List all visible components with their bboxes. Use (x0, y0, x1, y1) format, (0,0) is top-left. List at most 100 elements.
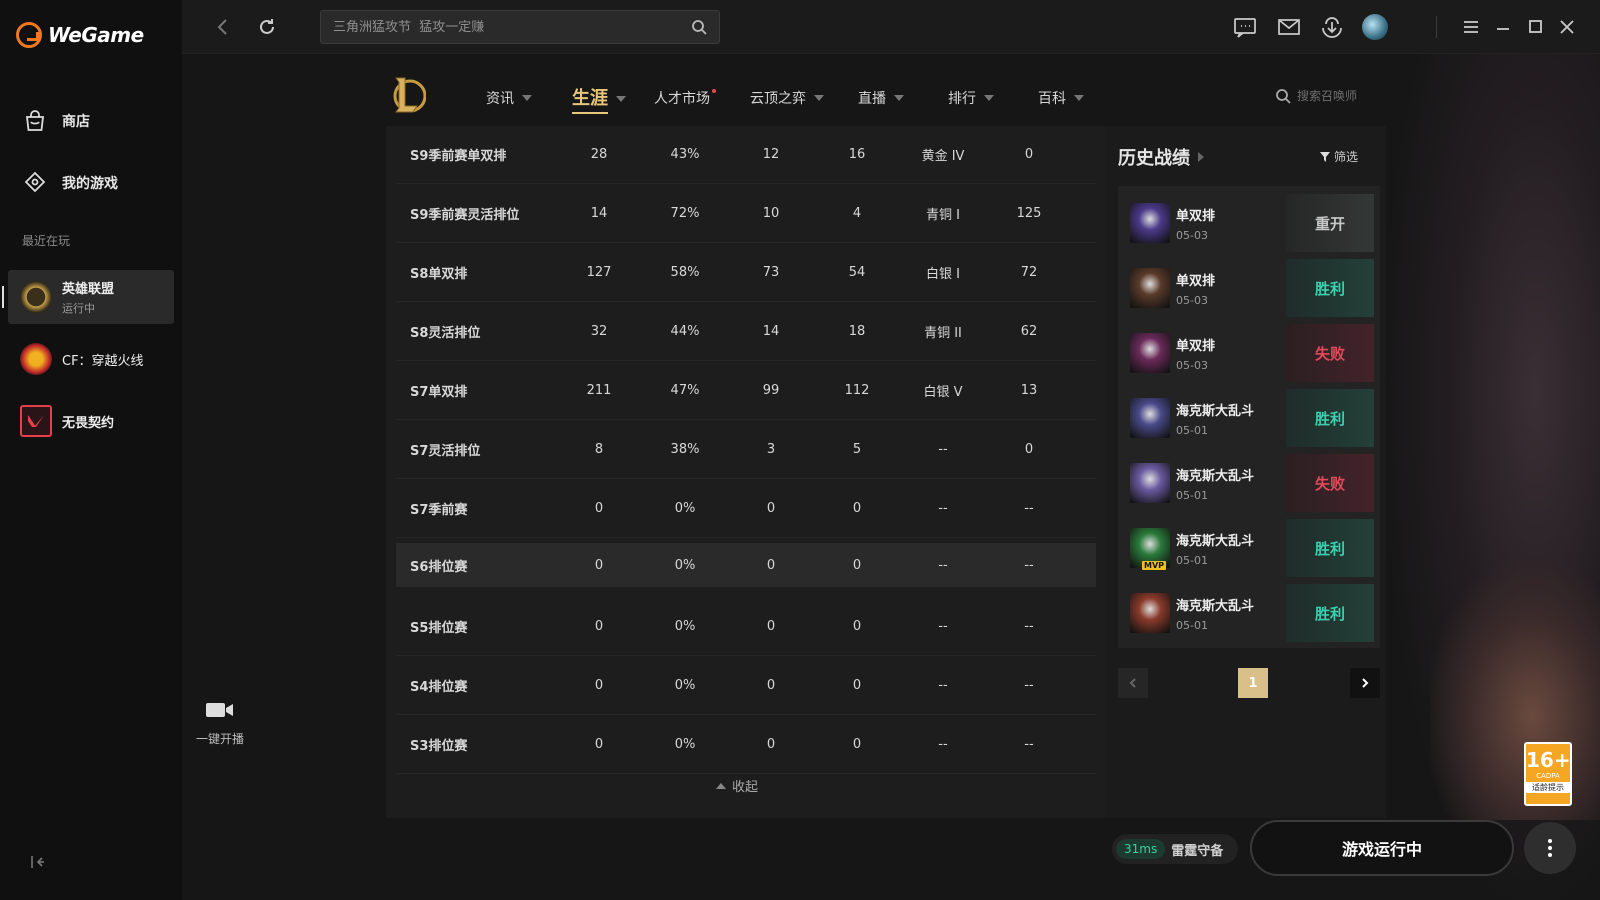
stat-cell: -- (938, 737, 948, 752)
season-name: S9季前赛单双排 (410, 149, 507, 164)
match-info: 单双排 05-03 (1176, 335, 1286, 372)
summoner-search-input[interactable] (1297, 89, 1397, 103)
global-search[interactable] (320, 10, 720, 44)
stats-row[interactable]: S7季前赛 0 0% 0 0 -- -- (396, 480, 1096, 538)
notification-dot (712, 89, 716, 93)
match-info: 海克斯大乱斗 05-01 (1176, 595, 1286, 632)
stats-row[interactable]: S9季前赛灵活排位 14 72% 10 4 青铜 I 125 (396, 185, 1096, 243)
stats-row[interactable]: S5排位赛 0 0% 0 0 -- -- (396, 598, 1096, 656)
collapse-button[interactable]: 收起 (716, 776, 758, 795)
tab-label: 百科 (1038, 91, 1066, 107)
season-name: S6排位赛 (410, 559, 468, 575)
recent-game-valorant[interactable]: 无畏契约 (8, 394, 174, 448)
global-search-input[interactable] (333, 19, 691, 35)
collapse-sidebar-icon[interactable] (30, 854, 46, 870)
stat-cell: 0 (852, 619, 862, 634)
prev-page-button[interactable] (1118, 668, 1148, 698)
sidebar-item-shop[interactable]: 商店 (22, 108, 90, 134)
champion-avatar (1130, 268, 1170, 308)
chevron-right-icon (1198, 152, 1204, 162)
champion-avatar (1130, 333, 1170, 373)
game-running-button[interactable]: 游戏运行中 (1250, 820, 1514, 876)
one-click-stream[interactable]: 一键开播 (190, 700, 250, 747)
recent-game-cf[interactable]: CF：穿越火线 (8, 332, 174, 386)
close-icon[interactable] (1554, 14, 1580, 40)
stats-row[interactable]: S8单双排 127 58% 73 54 白银 I 72 (396, 244, 1096, 302)
recent-game-lol[interactable]: 英雄联盟 运行中 (2, 270, 174, 324)
match-item[interactable]: 海克斯大乱斗 05-01 胜利 (1130, 389, 1374, 447)
season-name: S7灵活排位 (410, 444, 481, 459)
menu-icon[interactable] (1458, 14, 1484, 40)
filter-button[interactable]: 筛选 (1319, 148, 1358, 165)
stat-cell: 0 (594, 678, 604, 693)
match-info: 单双排 05-03 (1176, 205, 1286, 242)
match-item[interactable]: 海克斯大乱斗 05-01 胜利 (1130, 584, 1374, 642)
tab-label: 云顶之弈 (750, 91, 806, 107)
season-name: S9季前赛灵活排位 (410, 208, 520, 223)
refresh-icon[interactable] (256, 16, 278, 38)
age-rating-org: CADPA (1536, 772, 1560, 780)
match-item[interactable]: 单双排 05-03 胜利 (1130, 259, 1374, 317)
minimize-icon[interactable] (1490, 14, 1516, 40)
stats-row[interactable]: S3排位赛 0 0% 0 0 -- -- (396, 716, 1096, 774)
stat-cell: 0 (852, 678, 862, 693)
tab-label: 生涯 (572, 84, 608, 114)
match-item[interactable]: 单双排 05-03 失败 (1130, 324, 1374, 382)
next-page-button[interactable] (1350, 668, 1380, 698)
tab-live[interactable]: 直播 (858, 88, 904, 108)
page-number[interactable]: 1 (1238, 668, 1268, 698)
sidebar: WeGame 商店 我的游戏 最近在玩 英雄联盟 运行中 CF：穿越火线 无畏契… (0, 0, 182, 900)
match-mode: 海克斯大乱斗 (1176, 533, 1255, 549)
tab-news[interactable]: 资讯 (486, 88, 532, 108)
stat-cell: 32 (590, 324, 608, 339)
download-icon[interactable] (1319, 14, 1345, 40)
lol-logo-icon[interactable] (390, 74, 426, 116)
search-icon[interactable] (691, 19, 707, 35)
wegame-logo[interactable]: WeGame (16, 22, 144, 48)
back-arrow-icon[interactable] (212, 16, 234, 38)
match-item[interactable]: MVP 海克斯大乱斗 05-01 胜利 (1130, 519, 1374, 577)
wegame-logo-text: WeGame (48, 23, 144, 47)
stat-cell: 44% (670, 324, 700, 339)
maximize-icon[interactable] (1522, 14, 1548, 40)
stats-row[interactable]: S8灵活排位 32 44% 14 18 青铜 II 62 (396, 303, 1096, 361)
match-info: 单双排 05-03 (1176, 270, 1286, 307)
summoner-search[interactable] (1275, 88, 1397, 104)
tab-wiki[interactable]: 百科 (1038, 88, 1084, 108)
tab-talent-market[interactable]: 人才市场 (654, 88, 722, 108)
stream-label: 一键开播 (195, 732, 244, 746)
tab-label: 直播 (858, 91, 886, 107)
user-avatar[interactable] (1362, 14, 1388, 40)
mail-icon[interactable] (1276, 14, 1302, 40)
tab-ranking[interactable]: 排行 (948, 88, 994, 108)
cf-game-icon (20, 343, 52, 375)
match-date: 05-03 (1176, 358, 1208, 372)
match-history-title[interactable]: 历史战绩 (1118, 144, 1204, 170)
tab-career[interactable]: 生涯 (572, 84, 626, 114)
chevron-down-icon (1074, 95, 1084, 101)
stats-row[interactable]: S9季前赛单双排 28 43% 12 16 黄金 IV 0 (396, 126, 1096, 184)
game-name: CF：穿越火线 (62, 353, 144, 369)
stat-cell: 14 (590, 206, 608, 221)
stat-cell: -- (938, 501, 948, 516)
chat-icon[interactable] (1232, 14, 1258, 40)
match-item[interactable]: 单双排 05-03 重开 (1130, 194, 1374, 252)
match-mode: 海克斯大乱斗 (1176, 403, 1255, 419)
sidebar-item-label: 商店 (62, 114, 90, 130)
chevron-down-icon (522, 95, 532, 101)
stat-cell: 12 (762, 147, 780, 162)
sidebar-item-my-games[interactable]: 我的游戏 (22, 170, 118, 196)
stats-row[interactable]: S6排位赛 0 0% 0 0 -- -- (396, 543, 1096, 587)
match-item[interactable]: 海克斯大乱斗 05-01 失败 (1130, 454, 1374, 512)
chevron-down-icon (984, 95, 994, 101)
match-date: 05-01 (1176, 618, 1208, 632)
stats-row[interactable]: S4排位赛 0 0% 0 0 -- -- (396, 657, 1096, 715)
tab-tft[interactable]: 云顶之弈 (750, 88, 824, 108)
stats-row[interactable]: S7单双排 211 47% 99 112 白银 V 13 (396, 362, 1096, 420)
more-options-button[interactable] (1524, 822, 1576, 874)
stats-row[interactable]: S7灵活排位 8 38% 3 5 -- 0 (396, 421, 1096, 479)
server-status[interactable]: 31ms 雷霆守备 (1112, 834, 1238, 864)
background-art-figure (1430, 560, 1600, 820)
search-icon[interactable] (1275, 88, 1291, 104)
stat-cell: 72% (670, 206, 700, 221)
